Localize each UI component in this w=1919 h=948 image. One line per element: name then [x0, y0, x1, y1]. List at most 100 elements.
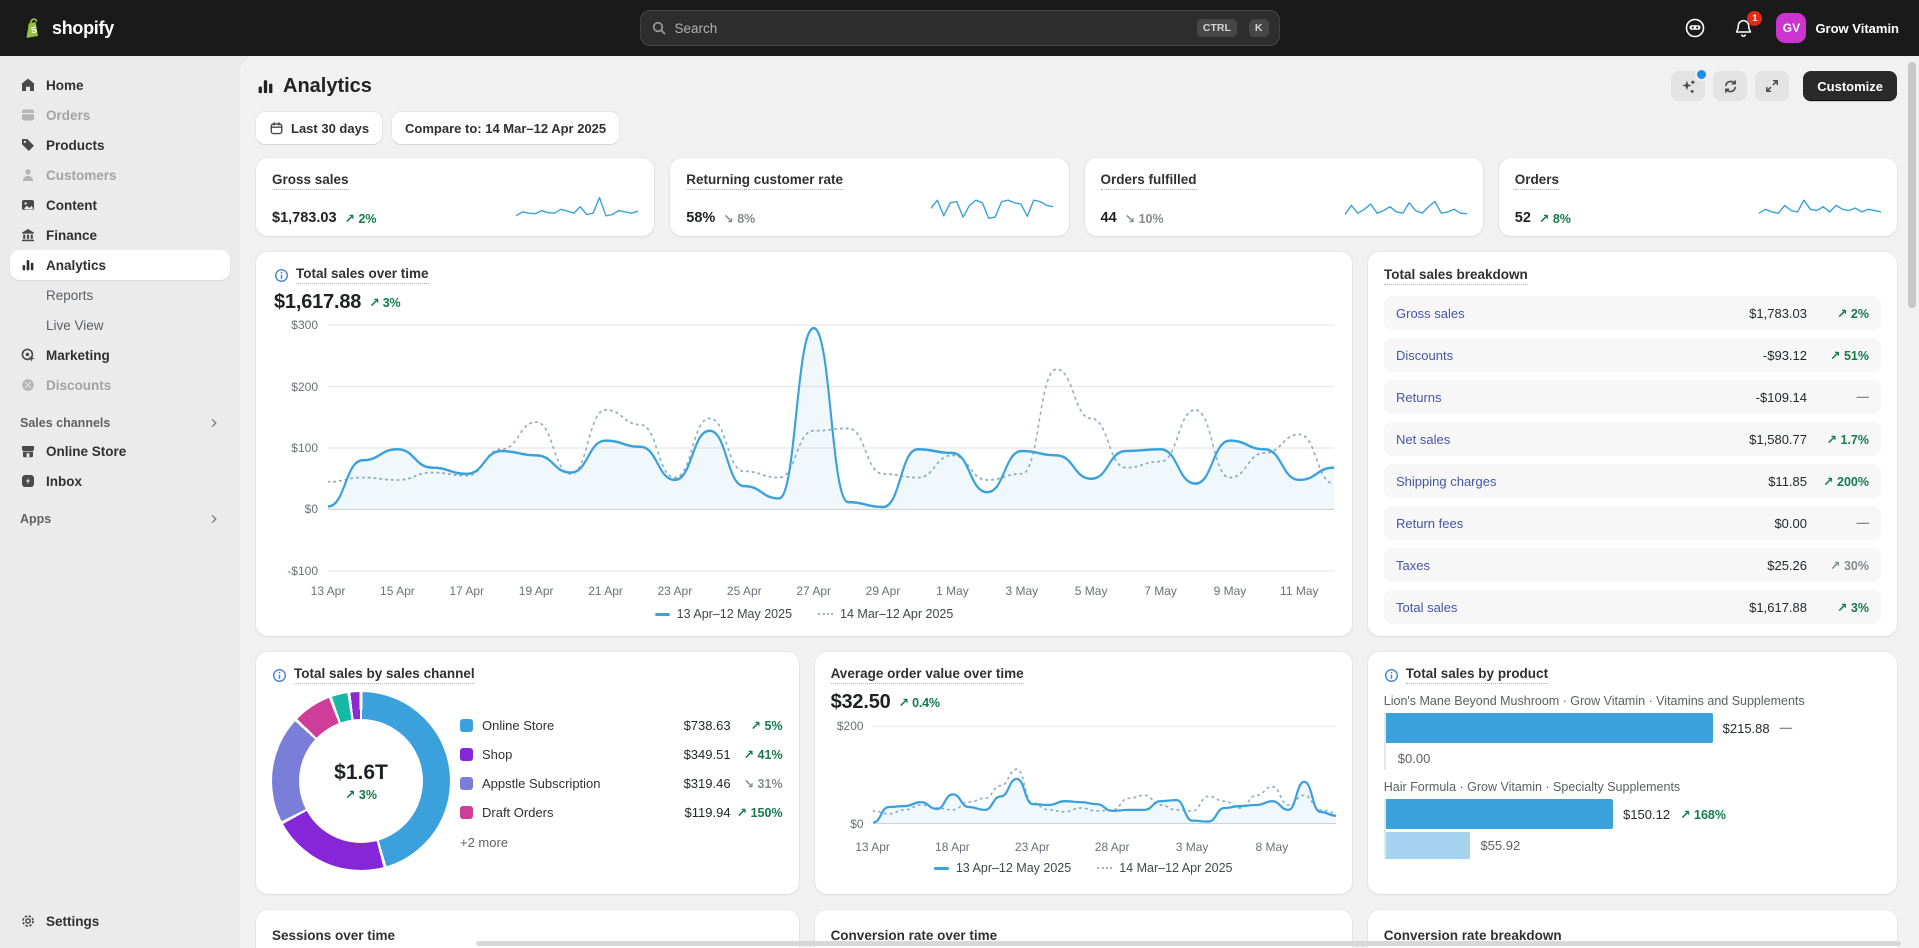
- breakdown-label[interactable]: Return fees: [1396, 516, 1463, 531]
- sidebar-item-live-view[interactable]: Live View: [10, 310, 230, 340]
- total-sales-over-time-card: Total sales over time $1,617.88 ↗ 3% $30…: [256, 252, 1352, 636]
- channel-value: $349.51: [684, 747, 731, 762]
- previous-bar-row: $0.00: [1386, 746, 1881, 770]
- sidekick-button[interactable]: [1680, 13, 1710, 43]
- sidebar-item-content[interactable]: Content: [10, 190, 230, 220]
- kpi-card[interactable]: Gross sales$1,783.03↗ 2%: [256, 158, 654, 236]
- tag-icon: [20, 137, 36, 153]
- kpi-sparkline: [931, 190, 1053, 226]
- sidebar-item-online-store[interactable]: Online Store: [10, 436, 230, 466]
- channel-legend: Online Store$738.63↗ 5%Shop$349.51↗ 41%A…: [460, 711, 783, 852]
- vertical-scrollbar-thumb[interactable]: [1908, 62, 1916, 308]
- breakdown-row: Returns-$109.14—: [1384, 380, 1881, 414]
- inbox-icon: [20, 473, 36, 489]
- sidebar-item-finance[interactable]: Finance: [10, 220, 230, 250]
- donut-center-value: $1.6T: [334, 761, 388, 785]
- refresh-icon: [1722, 78, 1739, 95]
- more-channels-link[interactable]: +2 more: [460, 835, 508, 850]
- dotted-swatch: [1097, 867, 1112, 869]
- channel-change: ↗ 41%: [731, 747, 783, 762]
- magic-insights-button[interactable]: [1671, 71, 1705, 101]
- sidebar-item-orders[interactable]: Orders: [10, 100, 230, 130]
- sidebar-section-sales-channels[interactable]: Sales channels: [12, 416, 228, 430]
- legend-label: 14 Mar–12 Apr 2025: [1119, 861, 1232, 875]
- info-icon[interactable]: [1384, 668, 1399, 683]
- current-change: —: [1780, 721, 1793, 735]
- breakdown-label[interactable]: Returns: [1396, 390, 1442, 405]
- expand-button[interactable]: [1755, 71, 1789, 101]
- sales-channel-donut-chart: $1.6T ↗ 3%: [272, 692, 450, 870]
- legend-item: 14 Mar–12 Apr 2025: [1097, 861, 1232, 875]
- breakdown-value: $11.85: [1768, 474, 1807, 489]
- kpi-title: Orders: [1515, 172, 1559, 190]
- card-title[interactable]: Total sales by product: [1406, 666, 1548, 684]
- kpi-sparkline: [516, 190, 638, 226]
- breakdown-label[interactable]: Taxes: [1396, 558, 1430, 573]
- bank-icon: [20, 227, 36, 243]
- breakdown-label[interactable]: Shipping charges: [1396, 474, 1496, 489]
- y-axis-labels: $200$0: [831, 716, 873, 838]
- sidebar-item-settings[interactable]: Settings: [10, 906, 230, 936]
- kpi-title: Returning customer rate: [686, 172, 843, 190]
- kpi-title: Gross sales: [272, 172, 349, 190]
- sidebar-item-marketing[interactable]: Marketing: [10, 340, 230, 370]
- breakdown-change: ↗ 30%: [1807, 558, 1869, 573]
- kpi-card[interactable]: Returning customer rate58%↘ 8%: [670, 158, 1068, 236]
- sidebar-item-home[interactable]: Home: [10, 70, 230, 100]
- info-icon[interactable]: [274, 268, 289, 283]
- solid-swatch: [934, 867, 949, 870]
- sidebar-item-customers[interactable]: Customers: [10, 160, 230, 190]
- breakdown-label[interactable]: Net sales: [1396, 432, 1450, 447]
- channel-legend-item: Draft Orders$119.94↗ 150%: [460, 798, 783, 827]
- kpi-card[interactable]: Orders52↗ 8%: [1499, 158, 1897, 236]
- legend-label: 13 Apr–12 May 2025: [956, 861, 1071, 875]
- legend-label: 13 Apr–12 May 2025: [677, 607, 792, 621]
- breakdown-change: ↗ 1.7%: [1807, 432, 1869, 447]
- breakdown-row: Total sales$1,617.88↗ 3%: [1384, 590, 1881, 624]
- current-value: $215.88: [1723, 721, 1770, 736]
- chart-legend: 13 Apr–12 May 2025 14 Mar–12 Apr 2025: [831, 856, 1336, 880]
- svg-text:S: S: [30, 24, 37, 35]
- horizontal-scrollbar-thumb[interactable]: [476, 941, 1901, 946]
- customize-button[interactable]: Customize: [1803, 71, 1897, 101]
- channel-swatch: [460, 719, 473, 732]
- refresh-button[interactable]: [1713, 71, 1747, 101]
- kbd-ctrl: CTRL: [1197, 19, 1237, 37]
- date-range-button[interactable]: Last 30 days: [256, 112, 382, 144]
- breakdown-label[interactable]: Discounts: [1396, 348, 1453, 363]
- breakdown-label[interactable]: Total sales: [1396, 600, 1457, 615]
- product-bar-chart: Lion's Mane Beyond Mushroom · Grow Vitam…: [1384, 694, 1881, 859]
- shopify-logo[interactable]: S shopify: [20, 16, 114, 41]
- channel-legend-item: Shop$349.51↗ 41%: [460, 740, 783, 769]
- current-period-bar: [1386, 713, 1713, 743]
- expand-icon: [1764, 78, 1780, 94]
- card-title[interactable]: Total sales by sales channel: [294, 666, 475, 684]
- kpi-card[interactable]: Orders fulfilled44↘ 10%: [1085, 158, 1483, 236]
- sidebar-item-inbox[interactable]: Inbox: [10, 466, 230, 496]
- card-title[interactable]: Total sales over time: [296, 266, 429, 284]
- sidebar-item-products[interactable]: Products: [10, 130, 230, 160]
- shopify-wordmark: shopify: [52, 18, 114, 39]
- sidebar-section-apps[interactable]: Apps: [12, 512, 228, 526]
- card-title[interactable]: Average order value over time: [831, 666, 1024, 684]
- card-title[interactable]: Total sales breakdown: [1384, 267, 1528, 285]
- info-icon[interactable]: [272, 668, 287, 683]
- legend-item: 14 Mar–12 Apr 2025: [818, 607, 953, 621]
- search-icon: [651, 20, 667, 36]
- breakdown-label[interactable]: Gross sales: [1396, 306, 1465, 321]
- search-input[interactable]: Search CTRL K: [640, 10, 1280, 46]
- compare-button[interactable]: Compare to: 14 Mar–12 Apr 2025: [392, 112, 619, 144]
- sidebar-item-analytics[interactable]: Analytics: [10, 250, 230, 280]
- account-menu[interactable]: GV Grow Vitamin: [1776, 13, 1899, 43]
- breakdown-value: -$93.12: [1763, 348, 1807, 363]
- sidebar-item-reports[interactable]: Reports: [10, 280, 230, 310]
- breakdown-row: Net sales$1,580.77↗ 1.7%: [1384, 422, 1881, 456]
- previous-bar-row: $55.92: [1386, 832, 1881, 859]
- sparkle-icon: [1680, 78, 1697, 95]
- chart-legend: 13 Apr–12 May 2025 14 Mar–12 Apr 2025: [274, 602, 1334, 626]
- channel-label: Online Store: [482, 718, 554, 733]
- notifications-button[interactable]: 1: [1728, 13, 1758, 43]
- analytics-icon: [256, 77, 275, 96]
- channel-change: ↗ 150%: [731, 805, 783, 820]
- sidebar-item-discounts[interactable]: Discounts: [10, 370, 230, 400]
